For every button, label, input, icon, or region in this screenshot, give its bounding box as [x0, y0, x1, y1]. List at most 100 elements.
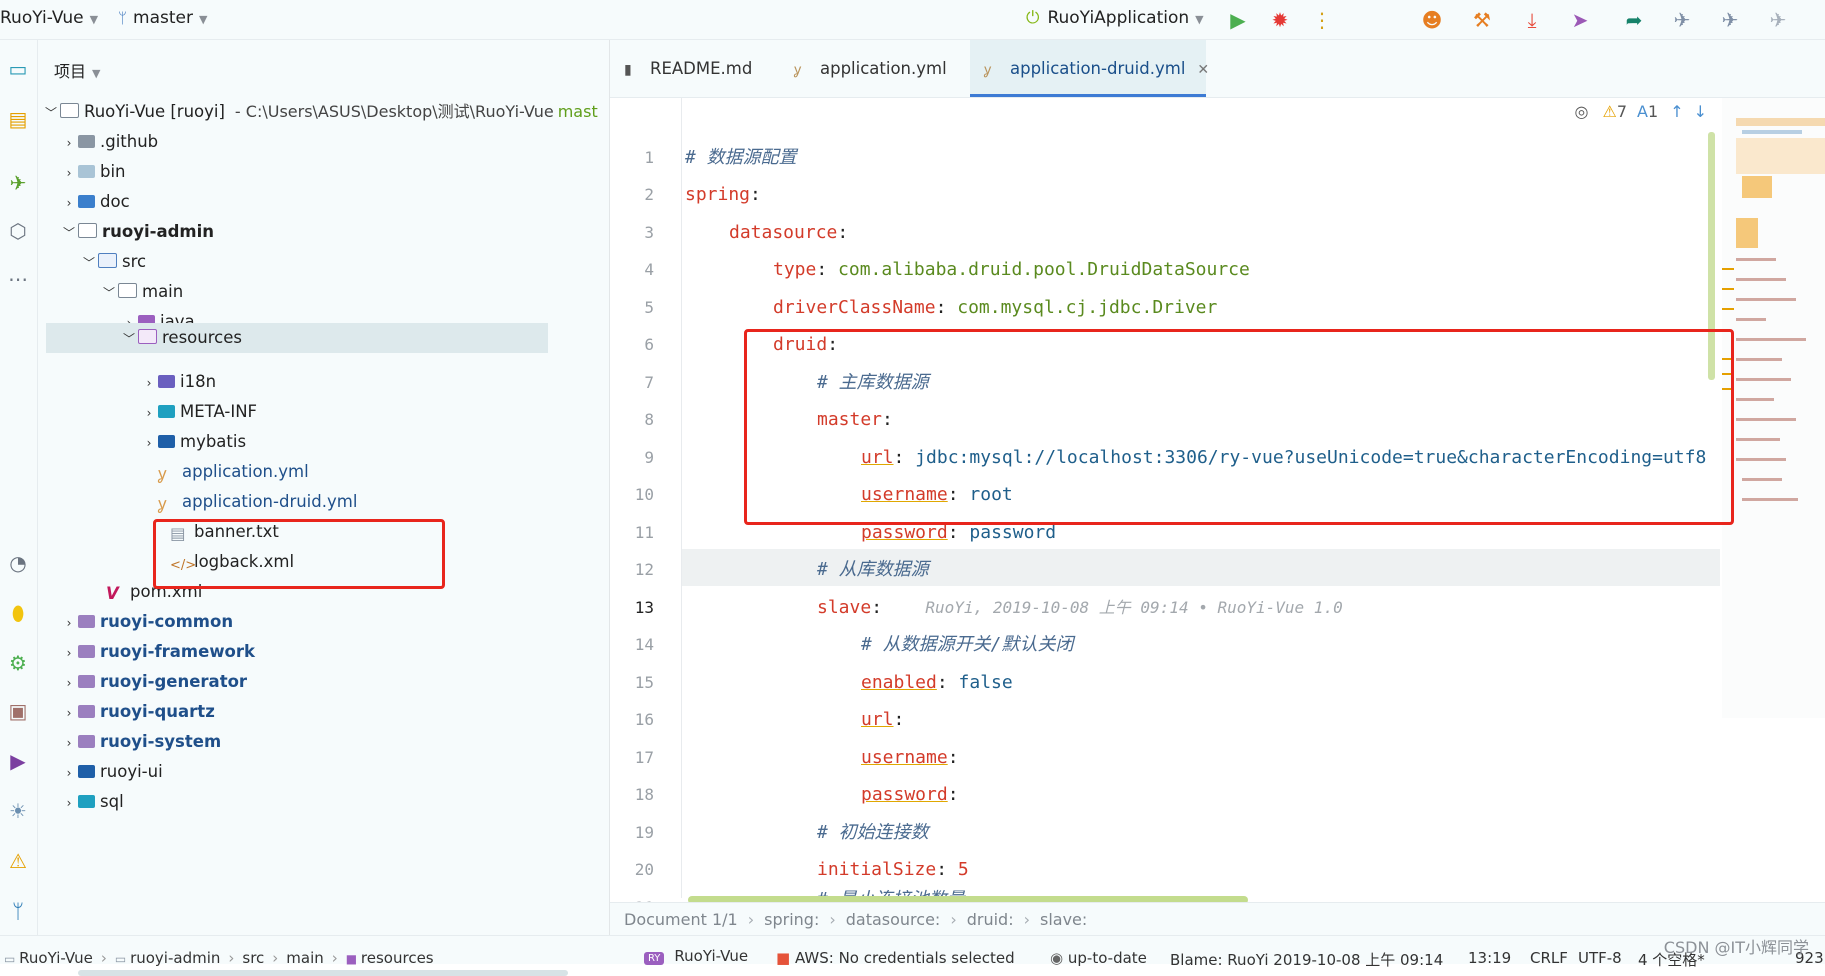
code-line[interactable]: username:	[861, 746, 959, 770]
run-icon[interactable]: ▶	[1224, 6, 1252, 34]
branch-switcher[interactable]: ᛘ master ▼	[118, 8, 207, 28]
tree-item-application-druid-yml[interactable]: ỿ application-druid.yml	[158, 487, 357, 517]
run-config-selector[interactable]: ⏻ RuoYiApplication ▼	[1026, 8, 1204, 28]
users-icon[interactable]: ☻	[1418, 6, 1446, 34]
tree-item-ruoyi-common[interactable]: › ruoyi-common	[60, 607, 233, 637]
more-options-icon[interactable]: ⋮	[1308, 6, 1336, 34]
debug-icon[interactable]: ✹	[1266, 6, 1294, 34]
structure-icon[interactable]: ▤	[3, 104, 33, 134]
code-line[interactable]: datasource:	[729, 221, 848, 245]
code-line[interactable]: initialSize: 5	[817, 858, 969, 882]
tree-item-ruoyi-generator[interactable]: › ruoyi-generator	[60, 667, 247, 697]
close-icon[interactable]: ✕	[1197, 62, 1209, 78]
more-tools-icon[interactable]: ⋯	[3, 264, 33, 294]
send-icon[interactable]: ➤	[1566, 6, 1594, 34]
status-vcs[interactable]: ◉ up-to-date	[1050, 949, 1147, 967]
inspection-widget[interactable]: ◎ ⚠7 A1 ↑ ↓	[1575, 102, 1707, 121]
code-line[interactable]: # 从库数据源	[817, 558, 929, 582]
line-number-gutter: 1 2 3 4 5 6 7 8 9 10 11 12 13 14 15 16 1…	[610, 98, 682, 917]
status-encoding[interactable]: UTF-8	[1578, 949, 1622, 967]
code-line[interactable]: # 初始连接数	[817, 821, 929, 845]
tree-item-main[interactable]: ﹀ main	[100, 277, 183, 307]
tree-item-bin[interactable]: › bin	[60, 157, 126, 187]
tree-item-ruoyi-quartz[interactable]: › ruoyi-quartz	[60, 697, 215, 727]
chevron-down-icon: ﹀	[102, 286, 115, 300]
vcs-status-text: up-to-date	[1067, 949, 1147, 967]
settings-gear-icon[interactable]: ⚙	[3, 648, 33, 678]
status-line-separator[interactable]: CRLF	[1530, 949, 1568, 967]
watermark: CSDN @IT小辉同学	[1663, 938, 1809, 957]
tree-item-github[interactable]: › .github	[60, 127, 159, 157]
tree-item-src[interactable]: ﹀ src	[80, 247, 146, 277]
project-badge: RY	[644, 952, 665, 965]
status-path[interactable]: ▭ RuoYi-Vue › ▭ ruoyi-admin › src › main › ■ res…	[4, 949, 434, 967]
jrebel-icon[interactable]: ✈	[3, 168, 33, 198]
breadcrumb-item[interactable]: druid:	[967, 910, 1014, 929]
code-line[interactable]: spring:	[685, 183, 761, 207]
code-line[interactable]: enabled: false	[861, 671, 1013, 695]
git-icon[interactable]: ᛘ	[3, 896, 33, 926]
tree-item-doc[interactable]: › doc	[60, 187, 130, 217]
code-line[interactable]: password:	[861, 783, 959, 807]
maven-icon: V	[106, 584, 119, 603]
project-panel-header[interactable]: 项目 ▼	[54, 58, 100, 82]
build-tools-icon[interactable]: ⚒	[1468, 6, 1496, 34]
tree-item-root[interactable]: ﹀ RuoYi-Vue [ruoyi] - C:\Users\ASUS\Deskto…	[42, 97, 598, 127]
yaml-key: spring	[685, 184, 751, 205]
code-line-current[interactable]: slave: RuoYi, 2019-10-08 上午 09:14 • RuoY…	[817, 596, 1343, 620]
code-line[interactable]: url:	[861, 708, 904, 732]
tree-item-ruoyi-admin[interactable]: ﹀ ruoyi-admin	[60, 217, 214, 247]
tree-item-label: resources	[162, 328, 242, 347]
problems-warning-icon[interactable]: ⚠	[3, 846, 33, 876]
breadcrumb-item[interactable]: datasource:	[846, 910, 941, 929]
project-view-icon[interactable]: ▭	[3, 54, 33, 84]
code-comment: # 初始连接数	[817, 822, 929, 843]
status-project[interactable]: RY RuoYi-Vue	[644, 947, 748, 965]
tree-item-i18n[interactable]: › i18n	[140, 367, 216, 397]
tree-item-label: i18n	[180, 372, 217, 391]
tree-item-application-yml[interactable]: ỿ application.yml	[158, 457, 309, 487]
tree-item-resources[interactable]: ﹀ resources	[46, 323, 548, 353]
yaml-key: driverClassName	[773, 297, 936, 318]
top-toolbar: RuoYi-Vue ▼ ᛘ master ▼ ⏻ RuoYiApplication ▼ ▶…	[0, 0, 1825, 40]
breadcrumb-document[interactable]: Document 1/1	[624, 910, 738, 929]
project-horizontal-scrollbar[interactable]	[78, 970, 568, 976]
breadcrumb-item[interactable]: spring:	[764, 910, 819, 929]
code-line[interactable]: driverClassName: com.mysql.cj.jdbc.Drive…	[773, 296, 1217, 320]
next-highlight-icon[interactable]: ↓	[1694, 102, 1707, 121]
light-bulb-icon[interactable]: ⬮	[3, 598, 33, 628]
database-icon[interactable]: ▣	[3, 696, 33, 726]
breadcrumb-item[interactable]: slave:	[1040, 910, 1087, 929]
tree-item-meta-inf[interactable]: › META-INF	[140, 397, 257, 427]
tab-application-yml[interactable]: ỿ application.yml	[780, 40, 970, 97]
code-line[interactable]: type: com.alibaba.druid.pool.DruidDataSo…	[773, 258, 1250, 282]
debug-bug-icon[interactable]: ☀	[3, 796, 33, 826]
chevron-right-icon: ›	[66, 166, 72, 180]
line-number: 3	[644, 223, 654, 242]
code-line[interactable]: # 从数据源开关/默认关闭	[861, 633, 1074, 657]
code-minimap[interactable]	[1722, 98, 1825, 718]
status-blame[interactable]: Blame: RuoYi 2019-10-08 上午 09:14	[1170, 949, 1443, 970]
profiler-icon[interactable]: ◔	[3, 548, 33, 578]
tree-item-ruoyi-system[interactable]: › ruoyi-system	[60, 727, 222, 757]
plane-settings-icon[interactable]: ✈	[1716, 6, 1744, 34]
deploy-icon[interactable]: ➦	[1620, 6, 1648, 34]
terminal-icon[interactable]: ▶	[3, 746, 33, 776]
status-aws[interactable]: ■ AWS: No credentials selected	[776, 949, 1015, 967]
plane-disabled-icon[interactable]: ✈	[1764, 6, 1792, 34]
tab-readme[interactable]: ▮ README.md	[610, 40, 780, 97]
reader-mode-icon[interactable]: ◎	[1575, 102, 1589, 121]
download-icon[interactable]: ⤓	[1518, 6, 1546, 34]
project-switcher[interactable]: RuoYi-Vue ▼	[0, 8, 98, 28]
prev-highlight-icon[interactable]: ↑	[1670, 102, 1683, 121]
tree-item-sql[interactable]: › sql	[60, 787, 124, 817]
package-icon[interactable]: ⬡	[3, 216, 33, 246]
tree-item-ruoyi-framework[interactable]: › ruoyi-framework	[60, 637, 255, 667]
tab-application-druid-yml[interactable]: ỿ application-druid.yml ✕	[970, 40, 1209, 97]
tree-item-mybatis[interactable]: › mybatis	[140, 427, 246, 457]
code-line[interactable]: # 数据源配置	[685, 146, 797, 170]
tree-item-ruoyi-ui[interactable]: › ruoyi-ui	[60, 757, 163, 787]
chevron-right-icon: ›	[1023, 910, 1030, 929]
plane-icon[interactable]: ✈	[1668, 6, 1696, 34]
status-caret-position[interactable]: 13:19	[1468, 949, 1511, 967]
